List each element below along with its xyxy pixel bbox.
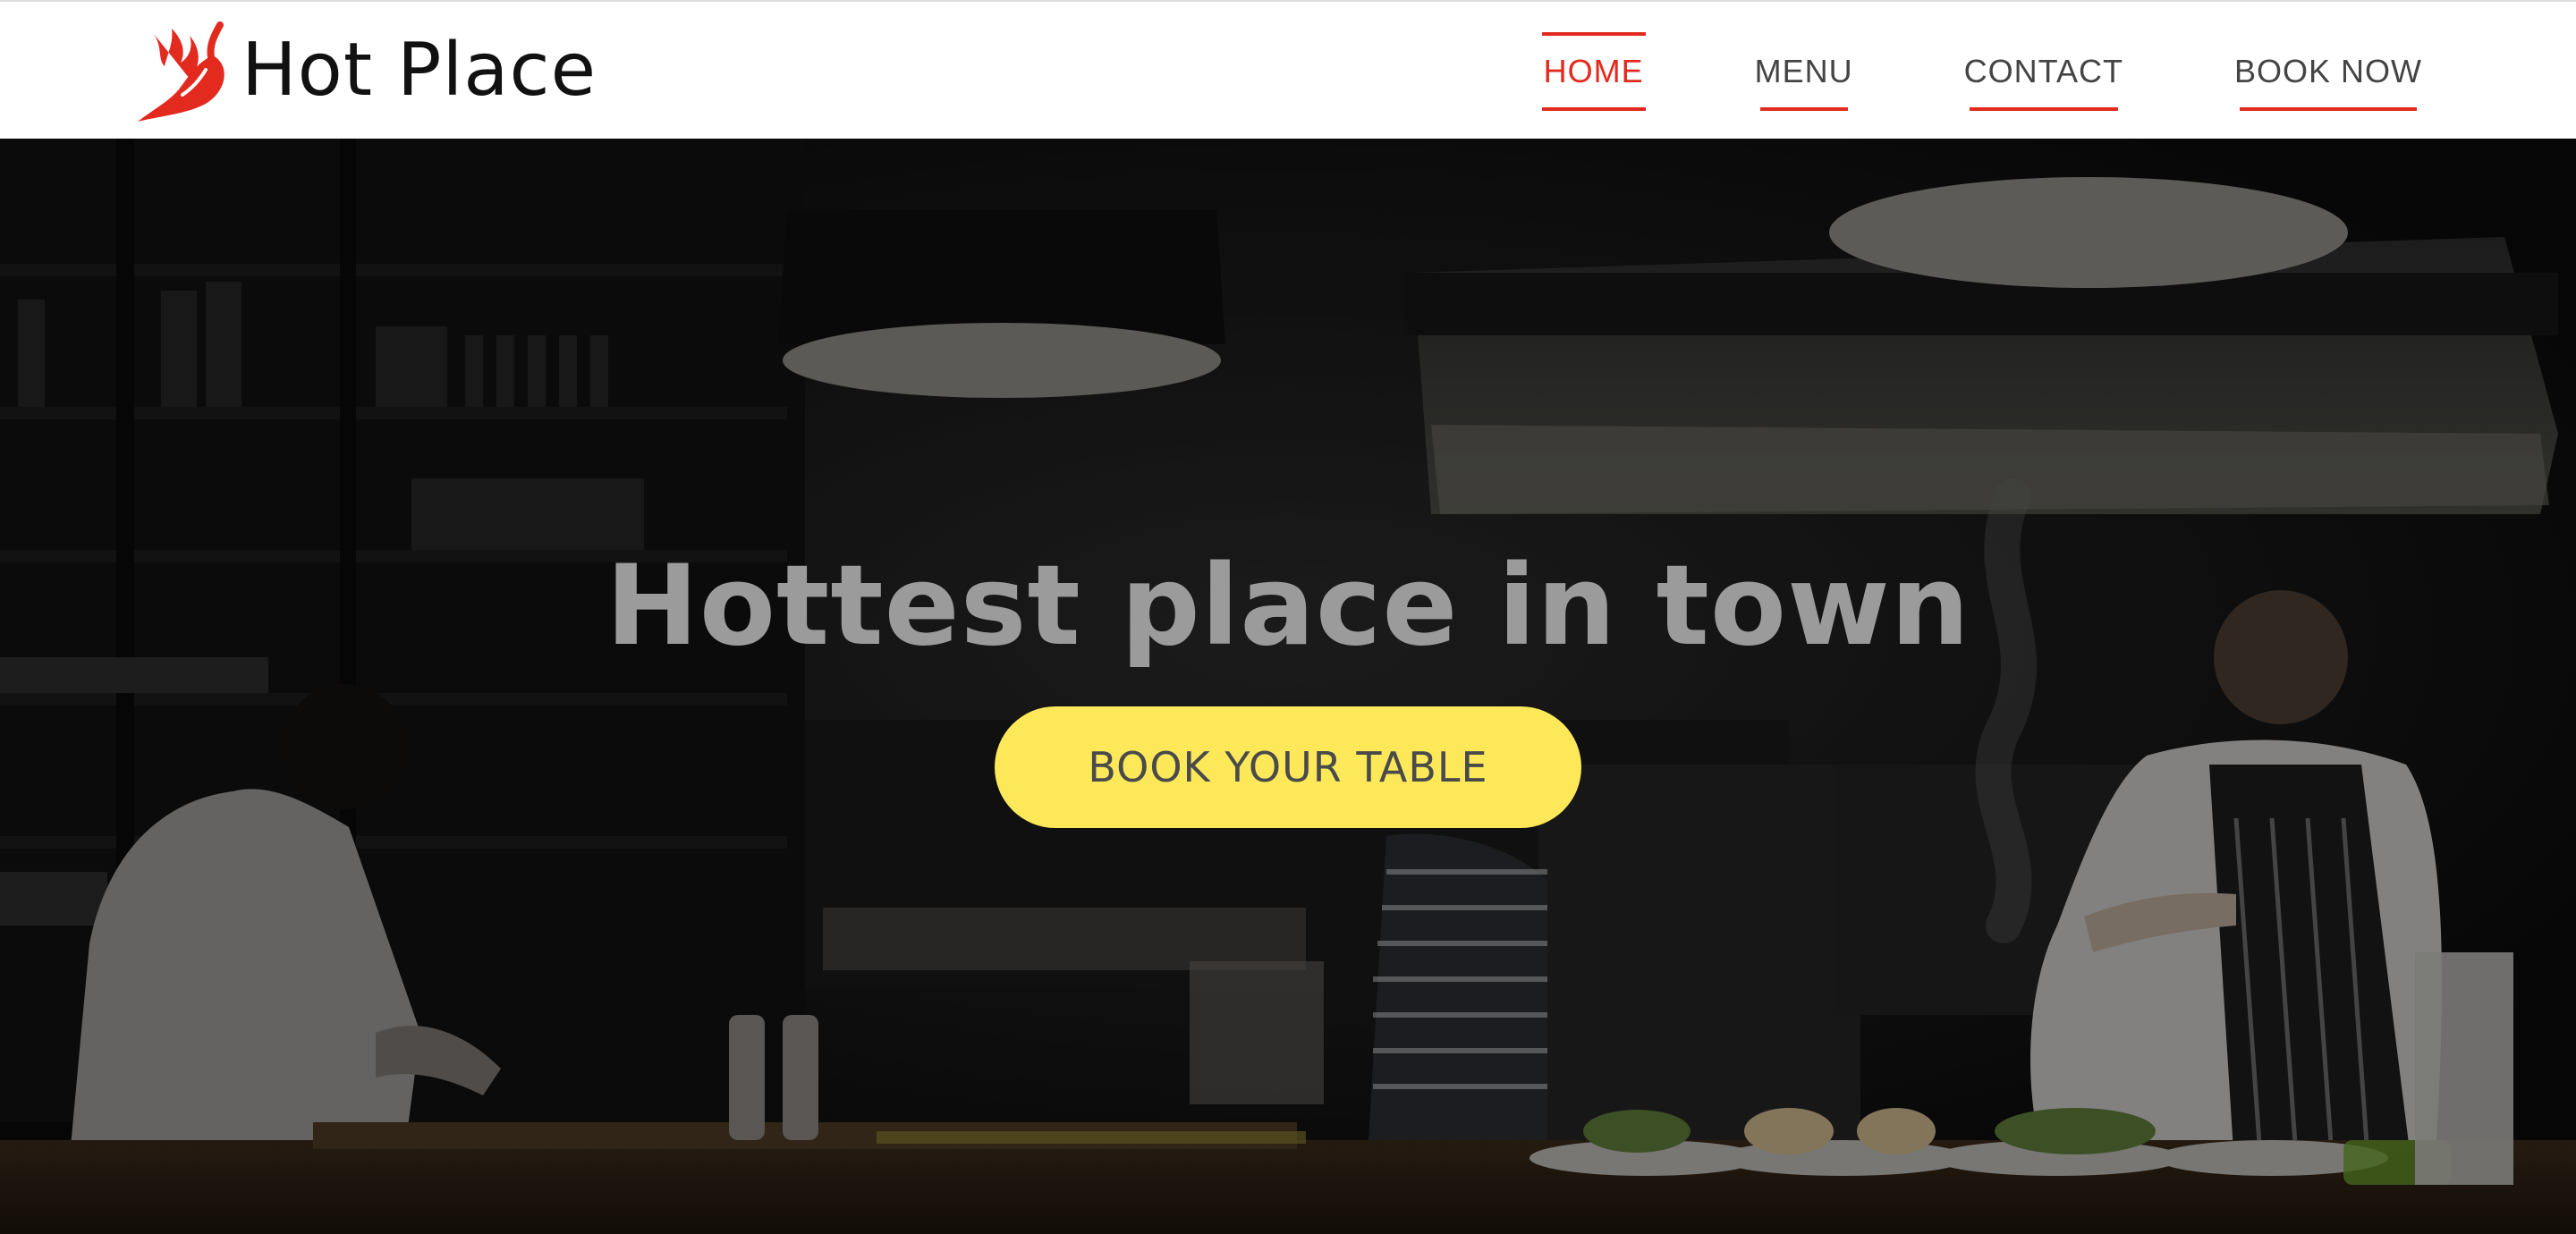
hero-section: Hottest place in town BOOK YOUR TABLE [0,139,2576,1234]
hero-title: Hottest place in town [606,542,1970,671]
hero-background-image [0,139,2576,1234]
book-your-table-button[interactable]: BOOK YOUR TABLE [995,706,1581,828]
brand-logo[interactable]: Hot Place [127,16,597,122]
nav-contact-link[interactable]: CONTACT [1962,55,2125,111]
nav-menu-link[interactable]: MENU [1753,55,1855,111]
top-navbar: Hot Place HOME MENU CONTACT BOOK NOW [0,0,2576,139]
brand-name: Hot Place [242,28,597,113]
chili-pepper-flame-icon [138,21,225,122]
main-nav: HOME MENU CONTACT BOOK NOW [1435,2,2424,140]
nav-book-now-link[interactable]: BOOK NOW [2233,55,2424,111]
nav-home-link[interactable]: HOME [1541,31,1646,111]
